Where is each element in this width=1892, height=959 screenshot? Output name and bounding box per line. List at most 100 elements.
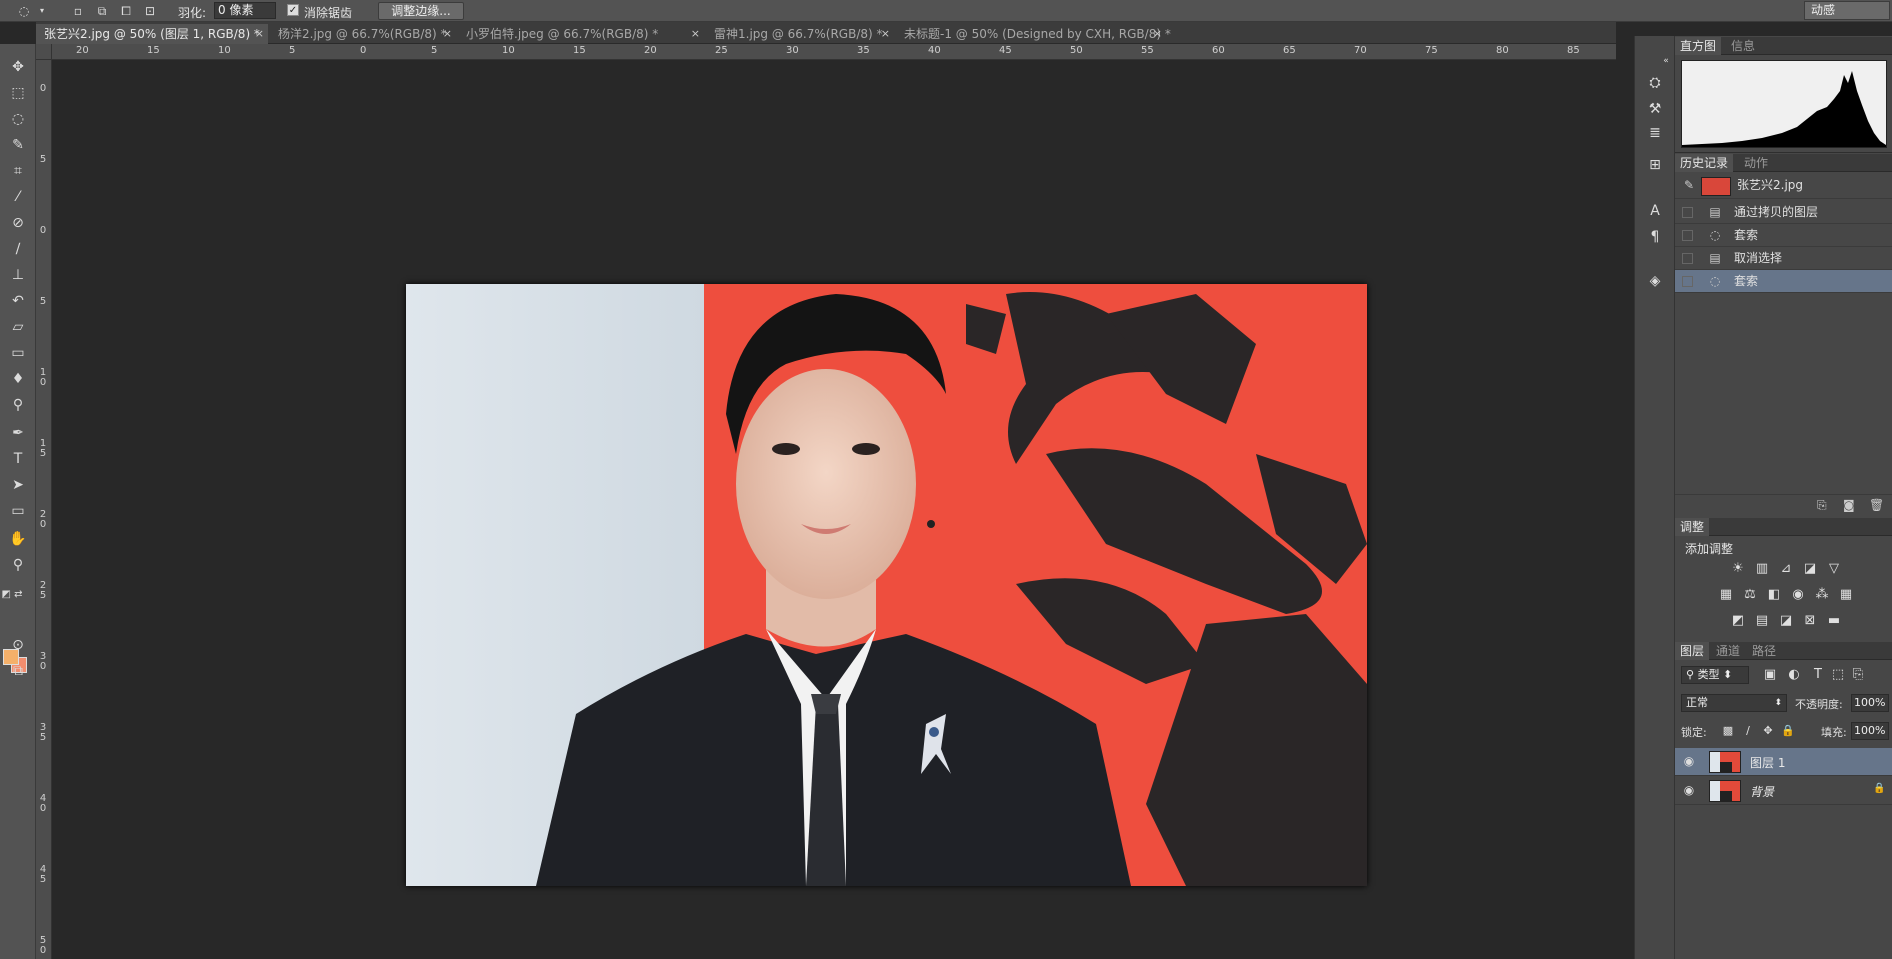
antialias-checkbox[interactable]: ✓ [287,4,299,16]
new-selection-icon[interactable]: ▫ [70,3,86,19]
history-brush-source-icon[interactable]: ✎ [1681,174,1697,197]
threshold-icon[interactable]: ◪ [1777,612,1795,630]
eraser-tool-icon[interactable]: ▱ [6,316,30,338]
lasso-tool-icon[interactable]: ◌ [6,108,30,130]
layer-row-active[interactable]: ◉ 图层 1 [1675,748,1892,776]
hue-saturation-icon[interactable]: ▦ [1717,586,1735,604]
clone-source-icon[interactable]: ⊞ [1643,154,1667,176]
layer-name[interactable]: 背景 [1750,783,1774,800]
close-icon[interactable]: × [255,24,264,44]
intersect-selection-icon[interactable]: ⊡ [142,3,158,19]
dodge-tool-icon[interactable]: ⚲ [6,394,30,416]
channel-mixer-icon[interactable]: ⁂ [1813,586,1831,604]
layer-row[interactable]: ◉ 背景 🔒 [1675,777,1892,805]
photo-filter-icon[interactable]: ◉ [1789,586,1807,604]
lock-pixels-icon[interactable]: ∕ [1739,722,1757,740]
lock-transparency-icon[interactable]: ▩ [1719,722,1737,740]
gradient-tool-icon[interactable]: ▭ [6,342,30,364]
workspace-switcher[interactable]: 动感 [1804,1,1890,20]
lasso-icon[interactable]: ◌ [16,3,32,19]
quick-select-tool-icon[interactable]: ✎ [6,134,30,156]
vibrance-icon[interactable]: ▽ [1825,560,1843,578]
eye-icon[interactable]: ◉ [1682,783,1696,797]
zoom-tool-icon[interactable]: ⚲ [6,554,30,576]
horizontal-ruler[interactable]: 20 15 10 5 0 5 10 15 20 25 30 35 40 45 50 55 60 65 70 75 80 8… [52,44,1616,60]
color-lookup-icon[interactable]: ▦ [1837,586,1855,604]
tab-channels[interactable]: 通道 [1711,642,1745,660]
exposure-icon[interactable]: ◪ [1801,560,1819,578]
history-snapshot[interactable]: ✎ 张艺兴2.jpg [1675,174,1892,199]
layer-name[interactable]: 图层 1 [1750,754,1785,771]
opacity-input[interactable]: 100% [1851,694,1889,712]
selective-color-icon[interactable]: ⊠ [1801,612,1819,630]
eyedropper-tool-icon[interactable]: ⁄ [6,186,30,208]
posterize-icon[interactable]: ▤ [1753,612,1771,630]
crop-tool-icon[interactable]: ⌗ [6,160,30,182]
history-brush-checkbox[interactable] [1682,207,1693,218]
subtract-selection-icon[interactable]: ⧠ [118,3,134,19]
close-icon[interactable]: × [691,24,700,44]
character-panel-icon[interactable]: A [1643,200,1667,222]
canvas-area[interactable] [52,60,1616,959]
fill-input[interactable]: 100% [1851,722,1889,740]
levels-icon[interactable]: ▥ [1753,560,1771,578]
doc-tab-active[interactable]: 张艺兴2.jpg @ 50% (图层 1, RGB/8) * × [36,24,268,44]
brush-settings-icon[interactable]: ≣ [1643,122,1667,144]
path-select-tool-icon[interactable]: ➤ [6,474,30,496]
blend-mode-select[interactable]: 正常 ⬍ [1681,694,1787,712]
history-item[interactable]: ▤ 取消选择 [1675,247,1892,270]
doc-tab[interactable]: 雷神1.jpg @ 66.7%(RGB/8) * × [706,24,894,44]
tab-info[interactable]: 信息 [1726,37,1760,55]
close-icon[interactable]: × [1153,24,1162,44]
history-brush-checkbox[interactable] [1682,230,1693,241]
tab-paths[interactable]: 路径 [1747,642,1781,660]
color-balance-icon[interactable]: ⚖ [1741,586,1759,604]
brightness-contrast-icon[interactable]: ☀ [1729,560,1747,578]
tool-presets-icon[interactable]: ⚒ [1643,98,1667,120]
filter-smart-object-icon[interactable]: ⎘ [1849,666,1867,684]
paragraph-panel-icon[interactable]: ¶ [1643,226,1667,248]
close-icon[interactable]: × [443,24,452,44]
doc-tab[interactable]: 未标题-1 @ 50% (Designed by CXH, RGB/8) * × [896,24,1171,44]
filter-adjustment-icon[interactable]: ◐ [1785,666,1803,684]
vertical-ruler[interactable]: 0 5 0 5 1 0 1 5 2 0 2 5 3 0 3 5 4 0 4 5 5 0 [36,60,52,959]
trash-icon[interactable]: 🗑 [1869,498,1884,512]
marquee-tool-icon[interactable]: ⬚ [6,82,30,104]
healing-brush-tool-icon[interactable]: ⊘ [6,212,30,234]
new-document-from-state-icon[interactable]: ⎘ [1817,498,1827,513]
filter-type-icon[interactable]: T [1809,666,1827,684]
history-brush-checkbox[interactable] [1682,276,1693,287]
refine-edge-button[interactable]: 调整边缘... [378,2,464,20]
brush-tool-icon[interactable]: ∕ [6,238,30,260]
tab-history[interactable]: 历史记录 [1675,154,1734,172]
pen-tool-icon[interactable]: ✒ [6,422,30,444]
lock-position-icon[interactable]: ✥ [1759,722,1777,740]
hand-tool-icon[interactable]: ✋ [6,528,30,550]
filter-pixel-icon[interactable]: ▣ [1761,666,1779,684]
move-tool-icon[interactable]: ✥ [6,56,30,78]
history-item[interactable]: ◌ 套索 [1675,224,1892,247]
tab-actions[interactable]: 动作 [1739,154,1773,172]
type-tool-icon[interactable]: T [6,448,30,470]
history-item[interactable]: ▤ 通过拷贝的图层 [1675,201,1892,224]
shape-tool-icon[interactable]: ▭ [6,500,30,522]
tool-preset-dropdown-icon[interactable]: ▾ [34,3,50,19]
layer-comps-icon[interactable]: ⛭ [1643,72,1667,94]
3d-panel-icon[interactable]: ◈ [1643,270,1667,292]
tab-adjustments[interactable]: 调整 [1675,518,1710,536]
ruler-origin[interactable] [36,44,52,60]
layer-filter-kind[interactable]: ⚲ 类型 ⬍ [1681,666,1749,684]
filter-shape-icon[interactable]: ⬚ [1829,666,1847,684]
lock-all-icon[interactable]: 🔒 [1779,722,1797,740]
collapse-panels-icon[interactable]: « [1661,50,1671,72]
curves-icon[interactable]: ⊿ [1777,560,1795,578]
eye-icon[interactable]: ◉ [1682,754,1696,768]
tab-histogram[interactable]: 直方图 [1675,37,1722,55]
document-image[interactable] [406,284,1367,886]
history-item-current[interactable]: ◌ 套索 [1675,270,1892,293]
history-brush-tool-icon[interactable]: ↶ [6,290,30,312]
feather-input[interactable]: 0 像素 [214,2,276,19]
add-selection-icon[interactable]: ⧉ [94,3,110,19]
camera-icon[interactable]: ◙ [1843,498,1855,512]
clone-stamp-tool-icon[interactable]: ⊥ [6,264,30,286]
